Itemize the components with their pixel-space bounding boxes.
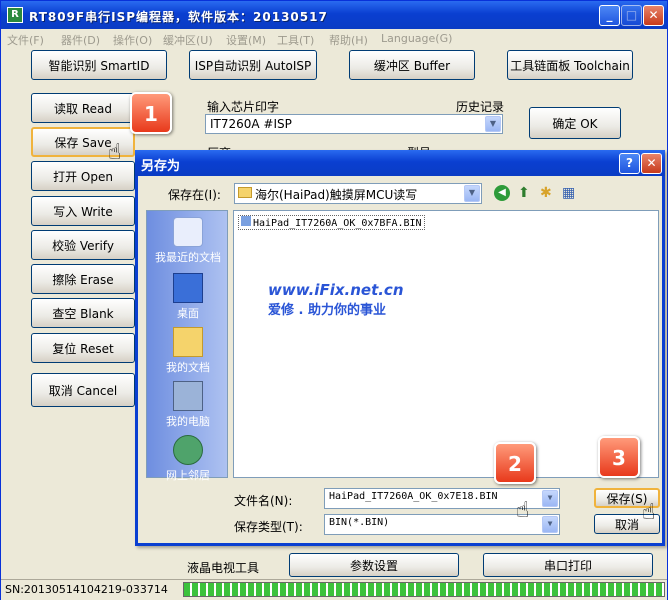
buffer-button[interactable]: 缓冲区 Buffer bbox=[349, 50, 475, 80]
cancel-button[interactable]: 取消 Cancel bbox=[31, 373, 135, 407]
file-item[interactable]: HaiPad_IT7260A_OK_0x7BFA.BIN bbox=[238, 215, 425, 230]
filename-value: HaiPad_IT7260A_OK_0x7E18.BIN bbox=[329, 491, 498, 502]
help-button[interactable]: ? bbox=[619, 153, 640, 174]
menu-bar: 文件(F) 器件(D) 操作(O) 缓冲区(U) 设置(M) 工具(T) 帮助(… bbox=[1, 29, 667, 49]
place-desktop-label: 桌面 bbox=[177, 307, 199, 320]
place-computer-label: 我的电脑 bbox=[166, 415, 210, 428]
serial-number: SN:20130514104219-033714 bbox=[5, 583, 168, 596]
chevron-down-icon[interactable]: ▼ bbox=[542, 490, 558, 507]
menu-file[interactable]: 文件(F) bbox=[7, 32, 44, 48]
hand-cursor-icon: ☝ bbox=[642, 500, 656, 525]
callout-3: 3 bbox=[598, 436, 640, 478]
recent-docs-icon bbox=[173, 217, 203, 247]
toolchain-button[interactable]: 工具链面板 Toolchain bbox=[507, 50, 633, 80]
menu-operation[interactable]: 操作(O) bbox=[113, 32, 152, 48]
file-icon bbox=[241, 216, 251, 226]
save-as-dialog: 另存为 ? ✕ 保存在(I): 海尔(HaiPad)触摸屏MCU读写 ▼ ◀ ⬆… bbox=[135, 150, 665, 546]
title-bar[interactable]: R RT809F串行ISP编程器，软件版本：20130517 _ □ ✕ bbox=[1, 1, 667, 29]
my-documents-icon bbox=[173, 327, 203, 357]
hand-cursor-icon: ☝ bbox=[516, 498, 530, 523]
watermark-slogan: 爱修 . 助力你的事业 bbox=[268, 303, 386, 318]
menu-device[interactable]: 器件(D) bbox=[61, 32, 100, 48]
callout-1: 1 bbox=[130, 92, 172, 134]
chevron-down-icon[interactable]: ▼ bbox=[542, 516, 558, 533]
desktop-icon bbox=[173, 273, 203, 303]
folder-icon bbox=[238, 187, 252, 198]
file-type-value: BIN(*.BIN) bbox=[329, 517, 390, 528]
open-button[interactable]: 打开 Open bbox=[31, 161, 135, 191]
menu-tools[interactable]: 工具(T) bbox=[277, 32, 314, 48]
save-in-combo[interactable]: 海尔(HaiPad)触摸屏MCU读写 ▼ bbox=[234, 183, 482, 204]
reset-button[interactable]: 复位 Reset bbox=[31, 333, 135, 363]
network-icon bbox=[173, 435, 203, 465]
place-documents-label: 我的文档 bbox=[166, 361, 210, 374]
menu-settings[interactable]: 设置(M) bbox=[226, 32, 266, 48]
confirm-ok-button[interactable]: 确定 OK bbox=[529, 107, 621, 139]
params-button[interactable]: 参数设置 bbox=[289, 553, 459, 577]
maximize-button[interactable]: □ bbox=[621, 5, 642, 26]
file-type-label: 保存类型(T): bbox=[234, 520, 303, 534]
watermark-url: www.iFix.net.cn bbox=[268, 281, 404, 299]
my-computer-icon bbox=[173, 381, 203, 411]
place-documents[interactable]: 我的文档 bbox=[147, 327, 229, 375]
place-computer[interactable]: 我的电脑 bbox=[147, 381, 229, 429]
dialog-title: 另存为 bbox=[141, 159, 181, 174]
place-network[interactable]: 网上邻居 bbox=[147, 435, 229, 483]
callout-2: 2 bbox=[494, 442, 536, 484]
erase-button[interactable]: 擦除 Erase bbox=[31, 264, 135, 294]
back-icon[interactable]: ◀ bbox=[494, 185, 510, 201]
menu-buffer[interactable]: 缓冲区(U) bbox=[163, 32, 213, 48]
progress-bar bbox=[183, 582, 665, 597]
verify-button[interactable]: 校验 Verify bbox=[31, 230, 135, 260]
new-folder-icon[interactable]: ✱ bbox=[540, 185, 552, 201]
up-folder-icon[interactable]: ⬆ bbox=[518, 185, 530, 201]
minimize-button[interactable]: _ bbox=[599, 5, 620, 26]
place-desktop[interactable]: 桌面 bbox=[147, 273, 229, 321]
file-list[interactable]: HaiPad_IT7260A_OK_0x7BFA.BIN bbox=[233, 210, 659, 478]
chip-input-value: IT7260A #ISP bbox=[210, 117, 292, 131]
chevron-down-icon[interactable]: ▼ bbox=[464, 185, 480, 202]
lcd-tools-label: 液晶电视工具 bbox=[187, 561, 260, 575]
autoisp-button[interactable]: ISP自动识别 AutoISP bbox=[189, 50, 317, 80]
filename-label: 文件名(N): bbox=[234, 494, 293, 508]
smartid-button[interactable]: 智能识别 SmartID bbox=[31, 50, 167, 80]
folder-name: 海尔(HaiPad)触摸屏MCU读写 bbox=[255, 188, 418, 202]
places-bar: 我最近的文档 桌面 我的文档 我的电脑 网上邻居 bbox=[146, 210, 229, 482]
history-label: 历史记录 bbox=[456, 100, 505, 114]
write-button[interactable]: 写入 Write bbox=[31, 196, 135, 226]
close-button[interactable]: ✕ bbox=[643, 5, 664, 26]
blank-button[interactable]: 查空 Blank bbox=[31, 298, 135, 328]
place-recent-label: 我最近的文档 bbox=[155, 251, 221, 264]
menu-help[interactable]: 帮助(H) bbox=[329, 32, 368, 48]
file-item-label: HaiPad_IT7260A_OK_0x7BFA.BIN bbox=[253, 218, 422, 229]
chip-input-label: 输入芯片印字 bbox=[207, 100, 280, 114]
dialog-title-bar[interactable]: 另存为 ? ✕ bbox=[135, 150, 665, 176]
place-network-label: 网上邻居 bbox=[166, 469, 210, 482]
view-menu-icon[interactable]: ▦ bbox=[562, 185, 575, 201]
chip-input-field[interactable]: IT7260A #ISP ▼ bbox=[205, 114, 503, 134]
serial-print-button[interactable]: 串口打印 bbox=[483, 553, 653, 577]
app-icon: R bbox=[7, 7, 23, 23]
read-button[interactable]: 读取 Read bbox=[31, 93, 135, 123]
place-recent[interactable]: 我最近的文档 bbox=[147, 217, 229, 265]
chevron-down-icon[interactable]: ▼ bbox=[485, 116, 501, 132]
dialog-close-button[interactable]: ✕ bbox=[641, 153, 662, 174]
hand-cursor-icon: ☝ bbox=[108, 140, 122, 165]
menu-language[interactable]: Language(G) bbox=[381, 32, 452, 45]
window-title: RT809F串行ISP编程器，软件版本：20130517 bbox=[29, 10, 328, 24]
save-in-label: 保存在(I): bbox=[168, 188, 221, 202]
